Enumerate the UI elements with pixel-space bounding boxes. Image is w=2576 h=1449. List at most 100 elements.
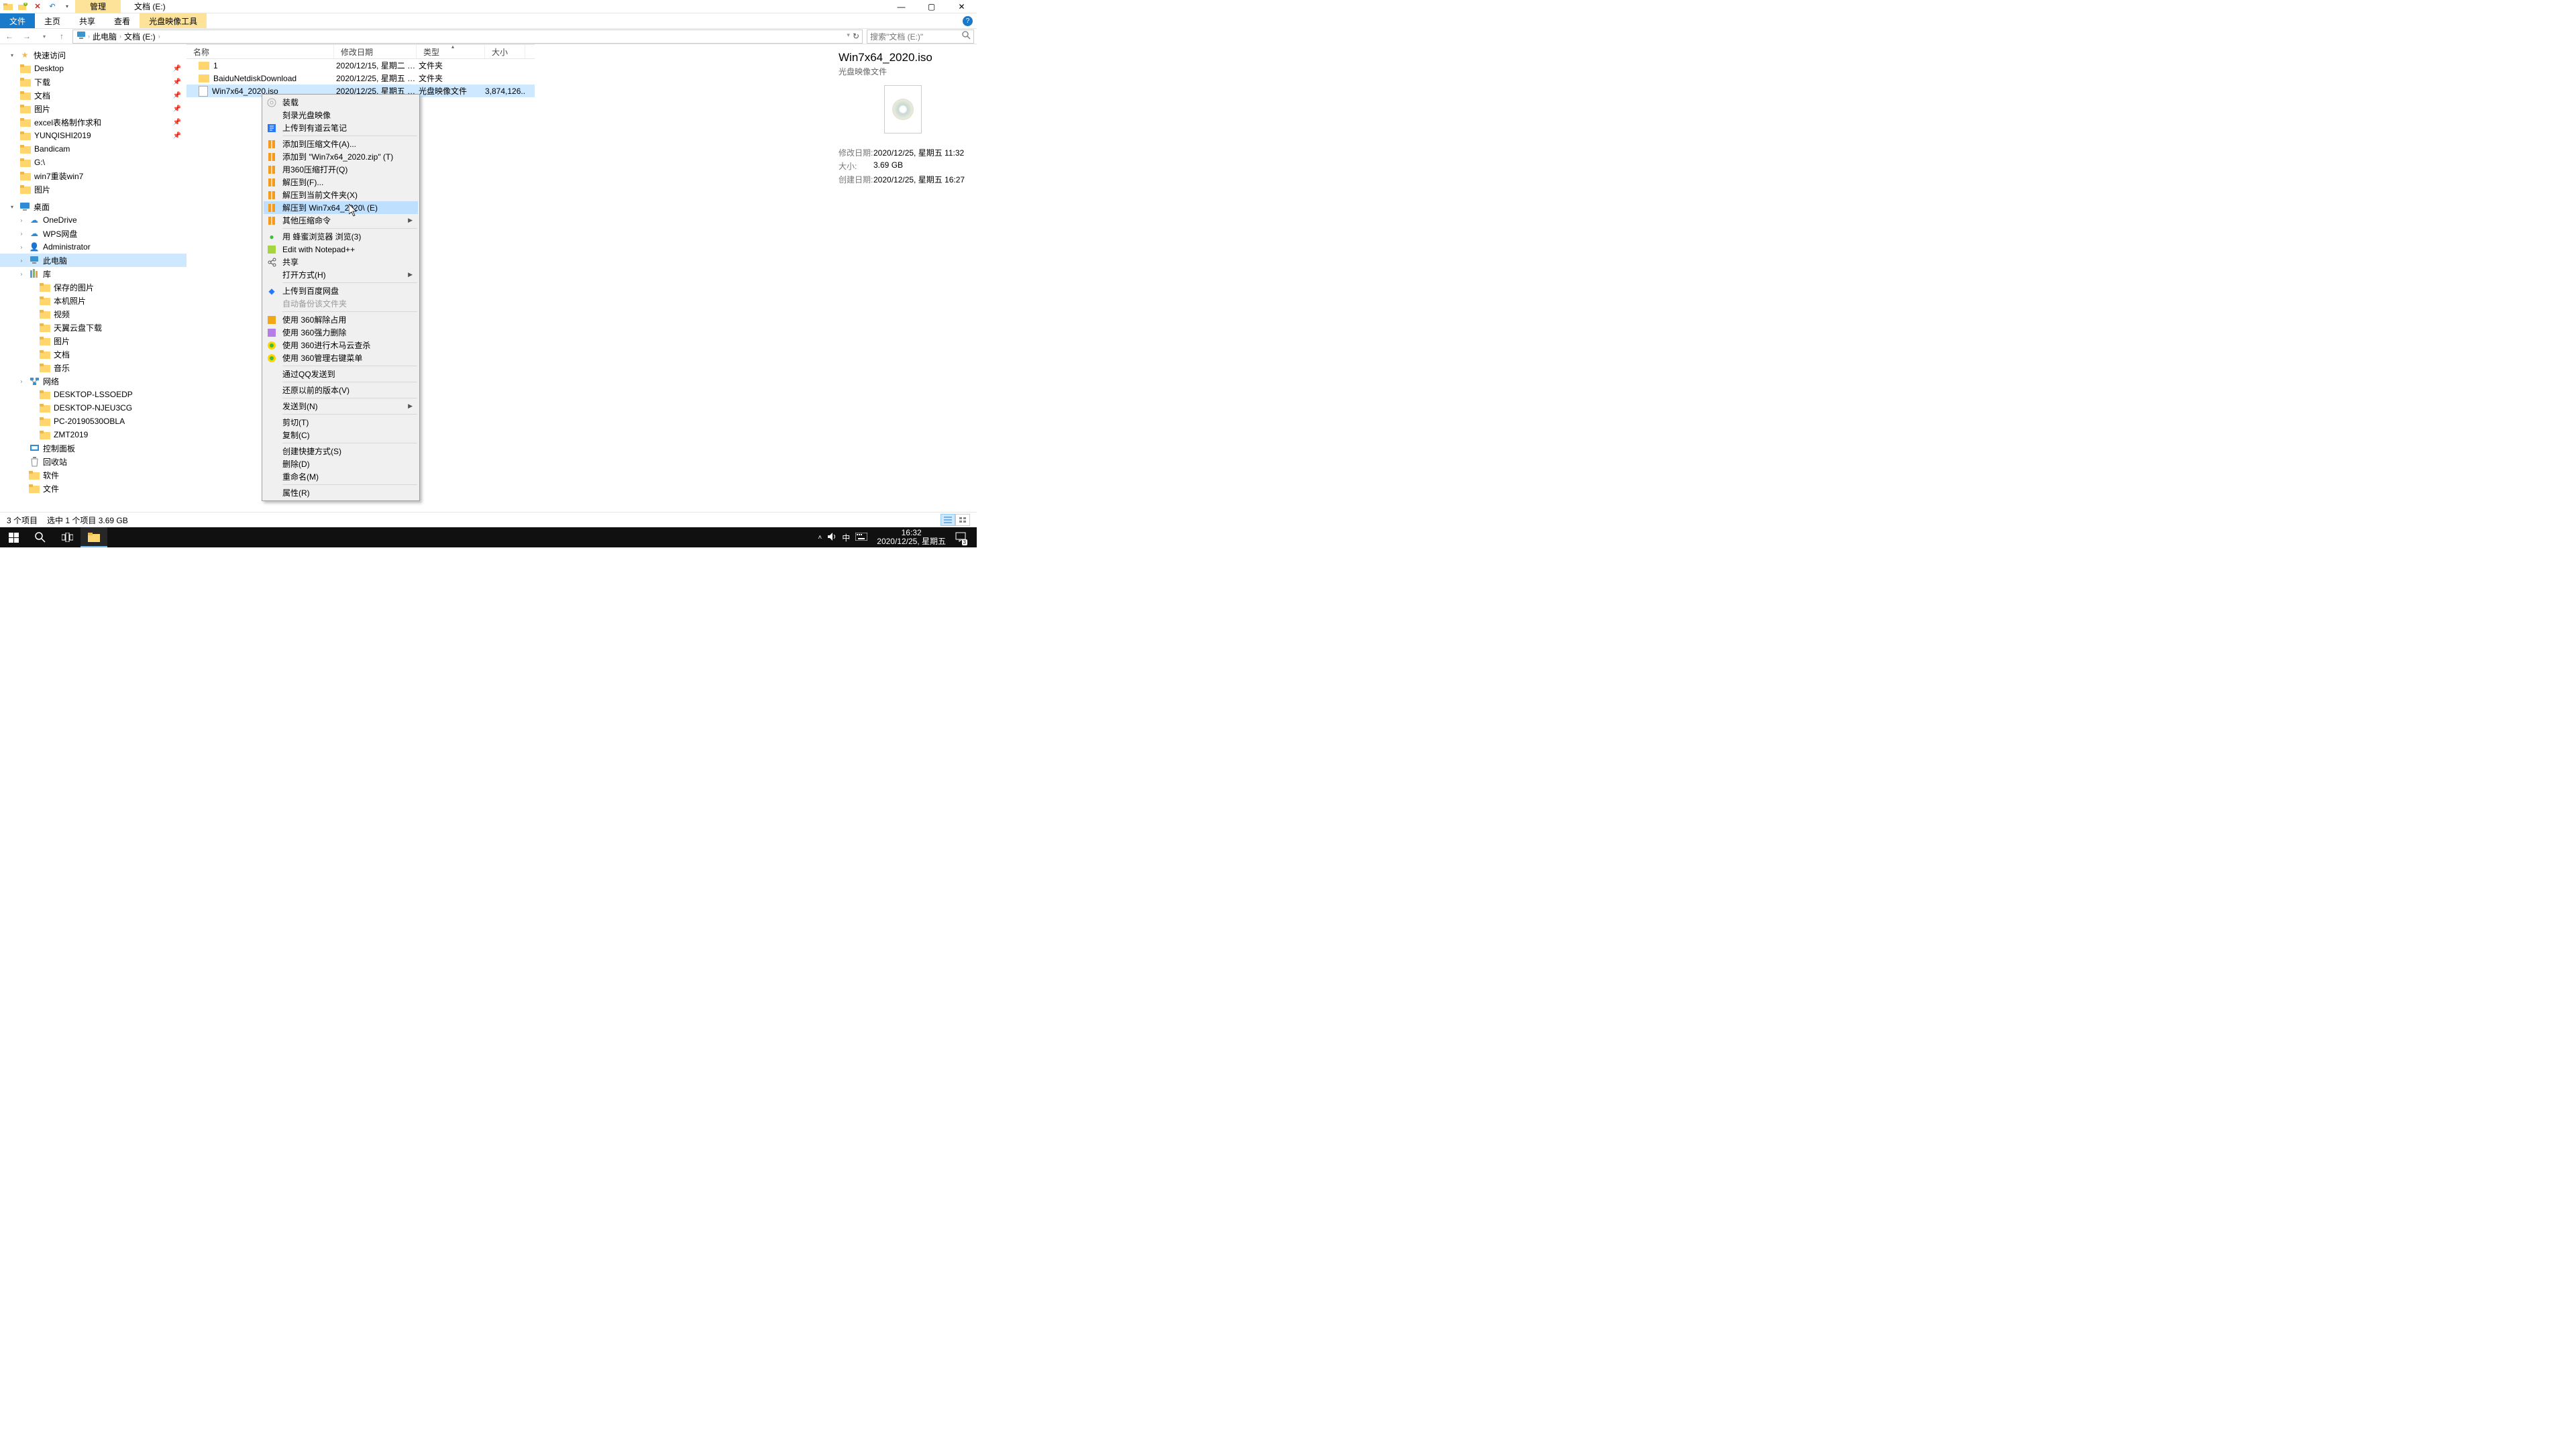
sidebar-item[interactable]: DESKTOP-LSSOEDP [0, 388, 186, 401]
breadcrumb[interactable]: › 此电脑 › 文档 (E:) › ▾ ↻ [72, 30, 863, 44]
context-menu-item[interactable]: 创建快捷方式(S) [264, 445, 418, 458]
sidebar-item[interactable]: 文档📌 [0, 89, 186, 102]
forward-button[interactable]: → [20, 30, 34, 43]
context-menu-item[interactable]: ◆上传到百度网盘 [264, 284, 418, 297]
sidebar-item[interactable]: 软件 [0, 468, 186, 482]
sidebar-item[interactable]: win7重装win7 [0, 169, 186, 182]
sidebar-item[interactable]: ›☁OneDrive [0, 213, 186, 227]
context-menu-item[interactable]: 属性(R) [264, 486, 418, 499]
maximize-button[interactable]: ▢ [916, 0, 947, 13]
sidebar-item[interactable]: G:\ [0, 156, 186, 169]
context-menu-item[interactable]: 其他压缩命令▶ [264, 214, 418, 227]
sidebar-item[interactable]: 下载📌 [0, 75, 186, 89]
view-details-button[interactable] [941, 514, 955, 526]
context-menu-item[interactable]: 重命名(M) [264, 470, 418, 483]
context-menu-item[interactable]: 使用 360管理右键菜单 [264, 352, 418, 364]
sidebar-item[interactable]: ›库 [0, 267, 186, 280]
explorer-taskbar-button[interactable] [80, 527, 107, 547]
context-menu-item[interactable]: 解压到当前文件夹(X) [264, 189, 418, 201]
sidebar-item[interactable]: 图片 [0, 334, 186, 347]
context-menu-item[interactable]: 上传到有道云笔记 [264, 121, 418, 134]
column-name[interactable]: 名称 [186, 45, 334, 58]
sidebar-item[interactable]: ›网络 [0, 374, 186, 388]
address-dropdown-icon[interactable]: ▾ [847, 32, 850, 41]
tab-share[interactable]: 共享 [70, 13, 105, 28]
sidebar-item[interactable]: DESKTOP-NJEU3CG [0, 401, 186, 415]
sidebar-item[interactable]: ZMT2019 [0, 428, 186, 441]
sidebar-item[interactable]: PC-20190530OBLA [0, 415, 186, 428]
context-menu-item[interactable]: 用360压缩打开(Q) [264, 163, 418, 176]
breadcrumb-sep[interactable]: › [88, 33, 90, 40]
new-folder-icon[interactable]: + [17, 1, 28, 12]
taskbar-clock[interactable]: 16:32 2020/12/25, 星期五 [873, 529, 950, 546]
tab-file[interactable]: 文件 [0, 13, 35, 28]
sidebar-item[interactable]: Desktop📌 [0, 62, 186, 75]
view-icons-button[interactable] [955, 514, 970, 526]
sidebar-item[interactable]: 本机照片 [0, 294, 186, 307]
sidebar-item[interactable]: ›☁WPS网盘 [0, 227, 186, 240]
tab-view[interactable]: 查看 [105, 13, 140, 28]
history-dropdown[interactable]: ▾ [38, 30, 51, 43]
column-type[interactable]: 类型 [417, 45, 485, 58]
tree-desktop-root[interactable]: ▾ 桌面 [0, 200, 186, 213]
context-menu-item[interactable]: 复制(C) [264, 429, 418, 441]
context-menu-item[interactable]: 打开方式(H)▶ [264, 268, 418, 281]
sidebar-item[interactable]: ›👤Administrator [0, 240, 186, 254]
sidebar-item[interactable]: 天翼云盘下载 [0, 321, 186, 334]
column-date[interactable]: 修改日期 [334, 45, 417, 58]
tray-up-icon[interactable]: ˄ [818, 534, 822, 541]
sidebar-item[interactable]: 视频 [0, 307, 186, 321]
sidebar-item[interactable]: 文件 [0, 482, 186, 495]
context-menu-item[interactable]: 通过QQ发送到 [264, 368, 418, 380]
volume-icon[interactable] [827, 532, 837, 543]
context-menu-item[interactable]: 添加到压缩文件(A)... [264, 138, 418, 150]
column-size[interactable]: 大小 [485, 45, 525, 58]
sidebar-item[interactable]: 文档 [0, 347, 186, 361]
context-menu-item[interactable]: 刻录光盘映像 [264, 109, 418, 121]
sidebar-item[interactable]: 保存的图片 [0, 280, 186, 294]
breadcrumb-sep[interactable]: › [158, 33, 160, 40]
context-menu-item[interactable]: 共享 [264, 256, 418, 268]
context-menu-item[interactable]: ●用 蜂蜜浏览器 浏览(3) [264, 230, 418, 243]
close-button[interactable]: ✕ [947, 0, 977, 13]
minimize-button[interactable]: — [886, 0, 916, 13]
context-menu-item[interactable]: 使用 360解除占用 [264, 313, 418, 326]
search-button[interactable] [27, 527, 54, 547]
ime-indicator[interactable]: 中 [842, 532, 850, 543]
help-button[interactable]: ? [963, 16, 973, 26]
keyboard-icon[interactable] [855, 533, 867, 543]
delete-icon[interactable]: ✕ [32, 1, 43, 12]
sidebar-item[interactable]: 图片📌 [0, 102, 186, 115]
sidebar-item[interactable]: YUNQISHI2019📌 [0, 129, 186, 142]
up-button[interactable]: ↑ [55, 30, 68, 43]
sidebar-item[interactable]: Bandicam [0, 142, 186, 156]
sidebar-item[interactable]: 控制面板 [0, 441, 186, 455]
tab-home[interactable]: 主页 [35, 13, 70, 28]
context-menu-item[interactable]: Edit with Notepad++ [264, 243, 418, 256]
context-menu-item[interactable]: 删除(D) [264, 458, 418, 470]
sidebar-item[interactable]: 回收站 [0, 455, 186, 468]
file-row[interactable]: BaiduNetdiskDownload2020/12/25, 星期五 1...… [186, 72, 535, 85]
undo-icon[interactable]: ↶ [47, 1, 58, 12]
context-menu-item[interactable]: 装载 [264, 96, 418, 109]
context-menu-item[interactable]: 解压到(F)... [264, 176, 418, 189]
search-input[interactable]: 搜索"文档 (E:)" [867, 30, 974, 44]
sidebar-item[interactable]: ›此电脑 [0, 254, 186, 267]
breadcrumb-sep[interactable]: › [119, 33, 121, 40]
start-button[interactable] [0, 527, 27, 547]
tab-iso-tools[interactable]: 光盘映像工具 [140, 13, 207, 28]
context-menu-item[interactable]: 使用 360强力删除 [264, 326, 418, 339]
context-menu-item[interactable]: 解压到 Win7x64_2020\ (E) [264, 201, 418, 214]
file-row[interactable]: 12020/12/15, 星期二 1...文件夹 [186, 59, 535, 72]
context-menu-item[interactable]: 使用 360进行木马云查杀 [264, 339, 418, 352]
qat-dropdown-icon[interactable]: ▾ [62, 1, 72, 12]
context-menu-item[interactable]: 还原以前的版本(V) [264, 384, 418, 396]
refresh-button[interactable]: ↻ [853, 32, 859, 41]
tree-quick-access[interactable]: ▾ ★ 快速访问 [0, 48, 186, 62]
sidebar-item[interactable]: 图片 [0, 182, 186, 196]
sidebar-item[interactable]: 音乐 [0, 361, 186, 374]
context-menu-item[interactable]: 添加到 "Win7x64_2020.zip" (T) [264, 150, 418, 163]
breadcrumb-thispc[interactable]: 此电脑 [91, 31, 118, 42]
breadcrumb-drive[interactable]: 文档 (E:) [123, 31, 157, 42]
notification-icon[interactable]: 3 [955, 531, 966, 544]
